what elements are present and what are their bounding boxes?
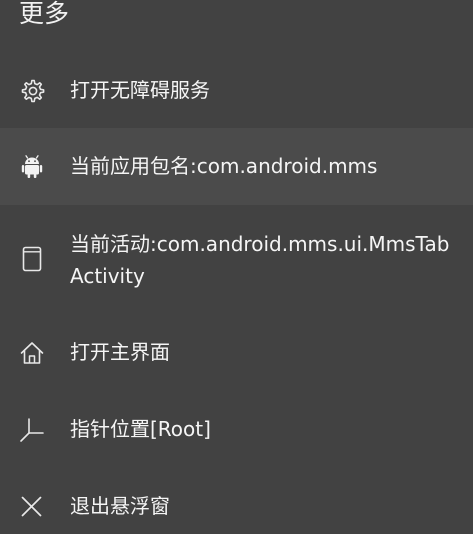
pointer-location-icon bbox=[18, 416, 46, 444]
menu-item-label: 当前活动:com.android.mms.ui.MmsTabActivity bbox=[70, 232, 450, 288]
close-icon bbox=[18, 493, 46, 521]
menu-item-accessibility[interactable]: 打开无障碍服务 bbox=[0, 56, 473, 126]
menu-item-label: 当前应用包名:com.android.mms bbox=[70, 154, 378, 178]
menu-item-label: 指针位置[Root] bbox=[70, 417, 211, 441]
menu-item-open-main[interactable]: 打开主界面 bbox=[0, 318, 473, 388]
home-icon bbox=[18, 339, 46, 367]
menu-item-exit-float[interactable]: 退出悬浮窗 bbox=[0, 474, 473, 534]
tablet-icon bbox=[18, 245, 46, 273]
android-icon bbox=[18, 153, 46, 181]
menu-item-package-name[interactable]: 当前应用包名:com.android.mms bbox=[0, 128, 473, 205]
menu-item-pointer-location[interactable]: 指针位置[Root] bbox=[0, 396, 473, 466]
gear-icon bbox=[18, 77, 46, 105]
menu-item-label: 打开主界面 bbox=[70, 340, 170, 364]
menu-item-label: 打开无障碍服务 bbox=[70, 78, 210, 102]
page-title: 更多 bbox=[19, 0, 70, 28]
menu-item-current-activity[interactable]: 当前活动:com.android.mms.ui.MmsTabActivity bbox=[0, 214, 473, 304]
menu-item-label: 退出悬浮窗 bbox=[70, 494, 170, 518]
